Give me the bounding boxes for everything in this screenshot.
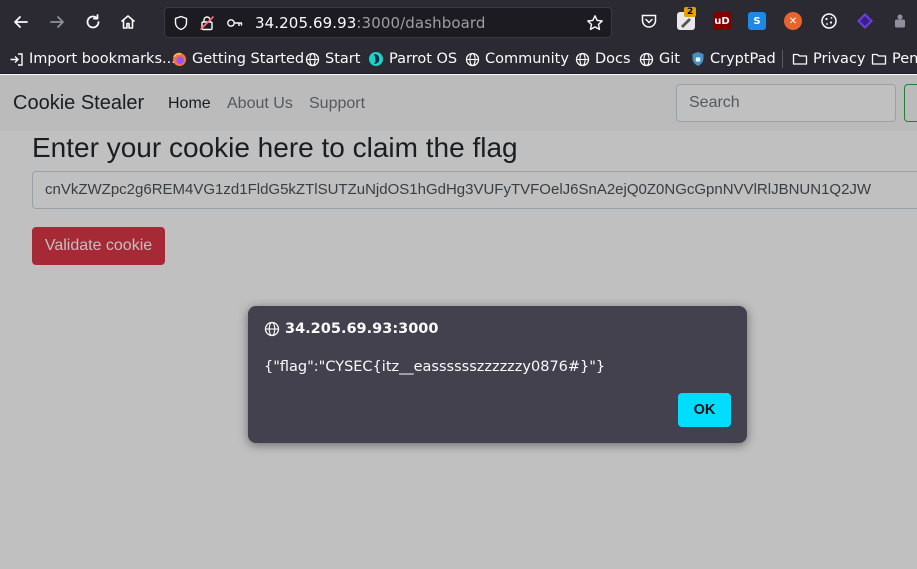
reload-button[interactable] xyxy=(79,8,107,36)
key-icon[interactable] xyxy=(226,14,244,32)
reload-icon xyxy=(86,14,100,29)
bookmark-folder-privacy[interactable]: Privacy xyxy=(792,50,866,68)
shield-icon[interactable] xyxy=(172,14,190,32)
url-host: 34.205.69.93 xyxy=(255,14,357,32)
s-extension-icon[interactable]: S xyxy=(748,12,766,30)
bookmark-getting-started[interactable]: Getting Started xyxy=(172,50,304,68)
url-path: :3000/dashboard xyxy=(356,14,486,32)
bookmark-docs[interactable]: Docs xyxy=(575,50,631,68)
parrot-icon xyxy=(369,52,383,66)
bookmark-label: Git xyxy=(659,51,680,67)
ublock-origin-icon[interactable]: uD xyxy=(713,12,731,30)
bookmark-parrot-os[interactable]: Parrot OS xyxy=(368,50,457,68)
folder-icon xyxy=(871,53,887,65)
forward-arrow-icon xyxy=(50,16,64,28)
browser-toolbar: 34.205.69.93:3000/dashboard 2 uD S ✕ xyxy=(0,0,917,44)
bookmark-community[interactable]: Community xyxy=(465,50,569,68)
extension-badge: 2 xyxy=(684,7,697,17)
bookmark-label: Getting Started xyxy=(192,51,305,67)
url-text[interactable]: 34.205.69.93:3000/dashboard xyxy=(255,14,486,32)
bookmark-separator xyxy=(782,50,783,68)
globe-icon xyxy=(305,52,320,66)
bookmark-label: Pent xyxy=(892,51,917,67)
puzzle-extensions-icon[interactable] xyxy=(891,12,909,30)
insecure-lock-icon[interactable] xyxy=(198,14,216,32)
cookie-icon[interactable] xyxy=(820,12,838,30)
globe-icon xyxy=(639,52,654,66)
globe-icon xyxy=(465,52,480,66)
pocket-icon[interactable] xyxy=(640,12,658,30)
bookmark-label: CryptPad xyxy=(710,51,776,67)
bookmarks-toolbar: Import bookmarks... Getting Started Star… xyxy=(0,44,917,74)
bookmark-label: Privacy xyxy=(813,51,866,67)
ok-button[interactable]: OK xyxy=(678,393,731,427)
bookmark-folder-pent[interactable]: Pent xyxy=(871,50,917,68)
bookmark-import[interactable]: Import bookmarks... xyxy=(9,50,176,68)
cryptpad-icon xyxy=(692,52,704,66)
import-icon xyxy=(10,52,23,66)
bookmark-git[interactable]: Git xyxy=(639,50,680,68)
cookie-editor-icon[interactable]: ✕ xyxy=(784,12,802,30)
firefox-icon xyxy=(173,52,186,66)
alert-dialog: 34.205.69.93:3000 {"flag":"CYSEC{itz__ea… xyxy=(248,306,747,443)
bookmark-label: Community xyxy=(485,51,569,67)
dialog-title: 34.205.69.93:3000 xyxy=(264,321,438,337)
home-button[interactable] xyxy=(114,8,142,36)
back-arrow-icon xyxy=(14,16,28,28)
globe-icon xyxy=(575,52,590,66)
home-icon xyxy=(120,15,136,29)
bookmark-label: Start xyxy=(325,51,361,67)
bookmark-label: Parrot OS xyxy=(389,51,458,67)
url-bar[interactable]: 34.205.69.93:3000/dashboard xyxy=(164,7,612,38)
forward-button[interactable] xyxy=(43,8,71,36)
back-button[interactable] xyxy=(7,8,35,36)
purple-diamond-icon[interactable] xyxy=(856,12,874,30)
bookmark-cryptpad[interactable]: CryptPad xyxy=(691,50,776,68)
bookmark-label: Docs xyxy=(595,51,631,67)
bookmark-star-icon[interactable] xyxy=(586,14,604,32)
bookmark-label: Import bookmarks... xyxy=(29,51,176,67)
folder-icon xyxy=(792,53,808,65)
bookmark-start[interactable]: Start xyxy=(305,50,360,68)
dialog-message: {"flag":"CYSEC{itz__easssssszzzzzzy0876#… xyxy=(264,359,606,375)
extension-icon[interactable]: 2 xyxy=(677,7,697,30)
dialog-origin: 34.205.69.93:3000 xyxy=(285,321,439,337)
globe-icon xyxy=(264,321,280,337)
